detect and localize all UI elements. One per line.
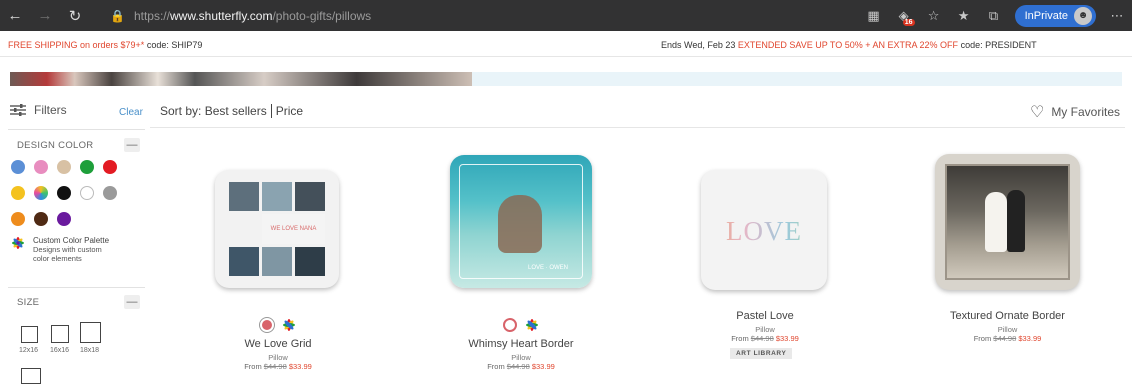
color-swatch-orange[interactable] xyxy=(11,212,25,226)
product-name-whimsy-heart-border[interactable]: Whimsy Heart Border xyxy=(450,338,592,350)
color-swatch-purple[interactable] xyxy=(57,212,71,226)
my-favorites-link[interactable]: ♡ My Favorites xyxy=(1030,102,1120,122)
multicolor-chip-icon[interactable] xyxy=(525,318,539,332)
color-swatch-white[interactable] xyxy=(80,186,94,200)
color-swatch-tan[interactable] xyxy=(57,160,71,174)
color-swatch-blue[interactable] xyxy=(11,160,25,174)
product-type: Pillow xyxy=(755,325,775,334)
collapse-design-color-button[interactable]: — xyxy=(124,138,140,152)
size-option-more[interactable] xyxy=(21,368,41,384)
my-favorites-label: My Favorites xyxy=(1051,105,1120,119)
product-name-we-love-grid[interactable]: We Love Grid xyxy=(208,338,348,350)
clear-filters-link[interactable]: Clear xyxy=(119,107,143,118)
sort-best-sellers[interactable]: Best sellers xyxy=(205,104,267,118)
custom-color-palette[interactable]: Custom Color Palette Designs with custom… xyxy=(11,236,109,263)
tracker-badge: 16 xyxy=(902,19,915,26)
size-label-12x16: 12x16 xyxy=(19,347,39,354)
palette-desc-1: Designs with custom xyxy=(33,245,102,254)
lock-icon: 🔒 xyxy=(110,8,125,23)
inprivate-button[interactable]: InPrivate ☻ xyxy=(1014,4,1096,27)
we-love-grid-caption: WE LOVE NANA xyxy=(262,214,325,244)
profile-avatar: ☻ xyxy=(1074,6,1092,25)
sort-label: Sort by: xyxy=(160,104,202,118)
art-library-badge: ART LIBRARY xyxy=(730,348,793,359)
size-label-18x18: 18x18 xyxy=(80,347,100,354)
color-swatch-pink[interactable] xyxy=(34,160,48,174)
url-prefix: https:// xyxy=(133,8,170,23)
palette-desc-2: color elements xyxy=(33,254,82,263)
address-bar[interactable]: 🔒 https://www.shutterfly.com/photo-gifts… xyxy=(110,4,880,27)
reader-icon[interactable]: ▦ xyxy=(859,0,889,31)
product-type: Pillow xyxy=(511,353,531,362)
pastel-love-caption: LOVE xyxy=(701,216,827,247)
browser-toolbar: ← → ↻ 🔒 https://www.shutterfly.com/photo… xyxy=(0,0,1132,31)
sort-divider xyxy=(150,127,1125,128)
sort-bar: Sort by: Best sellers Price xyxy=(160,104,303,118)
favorites-icon[interactable]: ★ xyxy=(949,0,979,31)
promo-bar: FREE SHIPPING on orders $79+* code: SHIP… xyxy=(0,31,1132,57)
product-image-textured-ornate-border[interactable] xyxy=(935,154,1080,290)
product-name-textured-ornate-border[interactable]: Textured Ornate Border xyxy=(935,310,1080,322)
color-row-2 xyxy=(11,186,126,200)
size-label: SIZE xyxy=(17,297,40,308)
color-row-1 xyxy=(11,160,126,174)
design-color-panel: DESIGN COLOR — xyxy=(8,129,145,289)
size-option-16x16[interactable] xyxy=(51,325,69,343)
color-palette-icon xyxy=(12,237,24,249)
hero-banner-panel xyxy=(472,72,1122,86)
product-image-we-love-grid[interactable]: WE LOVE NANA xyxy=(215,170,339,288)
color-row-3 xyxy=(11,212,80,226)
color-swatch-brown[interactable] xyxy=(34,212,48,226)
design-color-label: DESIGN COLOR xyxy=(17,140,94,151)
product-type: Pillow xyxy=(997,325,1018,334)
color-swatch-gray[interactable] xyxy=(103,186,117,200)
filters-title: Filters xyxy=(34,103,67,117)
product-type: Pillow xyxy=(268,353,288,362)
tracker-icon[interactable]: ◈ 16 xyxy=(889,0,919,31)
color-swatch-red[interactable] xyxy=(103,160,117,174)
product-image-whimsy-heart-border[interactable]: LOVE · OWEN xyxy=(450,155,592,288)
collections-icon[interactable]: ⧉ xyxy=(979,0,1009,31)
filters-icon xyxy=(10,104,26,116)
promo-right[interactable]: Ends Wed, Feb 23 EXTENDED SAVE UP TO 50%… xyxy=(661,40,1037,50)
inprivate-label: InPrivate xyxy=(1024,9,1068,22)
palette-title: Custom Color Palette xyxy=(33,236,110,245)
color-swatch-yellow[interactable] xyxy=(11,186,25,200)
promo-left[interactable]: FREE SHIPPING on orders $79+* code: SHIP… xyxy=(8,40,202,50)
sort-separator xyxy=(270,104,272,118)
product-price: From $44.98 $33.99 xyxy=(487,362,555,371)
forward-icon[interactable]: → xyxy=(30,0,60,31)
collapse-size-button[interactable]: — xyxy=(124,295,140,309)
heart-icon: ♡ xyxy=(1029,104,1045,121)
color-swatch-green[interactable] xyxy=(80,160,94,174)
refresh-icon[interactable]: ↻ xyxy=(60,0,90,31)
product-price: From $44.98 $33.99 xyxy=(973,334,1042,343)
whimsy-caption: LOVE · OWEN xyxy=(528,265,569,271)
color-chip-coral[interactable] xyxy=(260,318,274,332)
url-path: /photo-gifts/pillows xyxy=(272,8,372,23)
product-name-pastel-love[interactable]: Pastel Love xyxy=(694,310,836,322)
hero-banner-image[interactable] xyxy=(10,72,472,86)
color-swatch-black[interactable] xyxy=(57,186,71,200)
product-price: From $44.98 $33.99 xyxy=(244,362,312,371)
product-image-pastel-love[interactable]: LOVE xyxy=(701,170,827,290)
multicolor-chip-icon[interactable] xyxy=(282,318,296,332)
size-option-18x18[interactable] xyxy=(80,322,101,343)
sort-price[interactable]: Price xyxy=(276,104,303,118)
more-icon[interactable]: ⋯ xyxy=(1102,0,1132,31)
browser-actions: ▦ ◈ 16 ☆ ★ ⧉ InPrivate ☻ ⋯ xyxy=(859,0,1132,31)
url-domain: www.shutterfly.com xyxy=(169,8,273,23)
back-icon[interactable]: ← xyxy=(0,0,30,31)
add-favorite-icon[interactable]: ☆ xyxy=(919,0,949,31)
color-swatch-multicolor[interactable] xyxy=(34,186,48,200)
size-option-12x16[interactable] xyxy=(21,326,38,343)
size-label-16x16: 16x16 xyxy=(50,347,70,354)
color-chip-white[interactable] xyxy=(503,318,517,332)
product-price: From $44.98 $33.99 xyxy=(731,334,799,343)
